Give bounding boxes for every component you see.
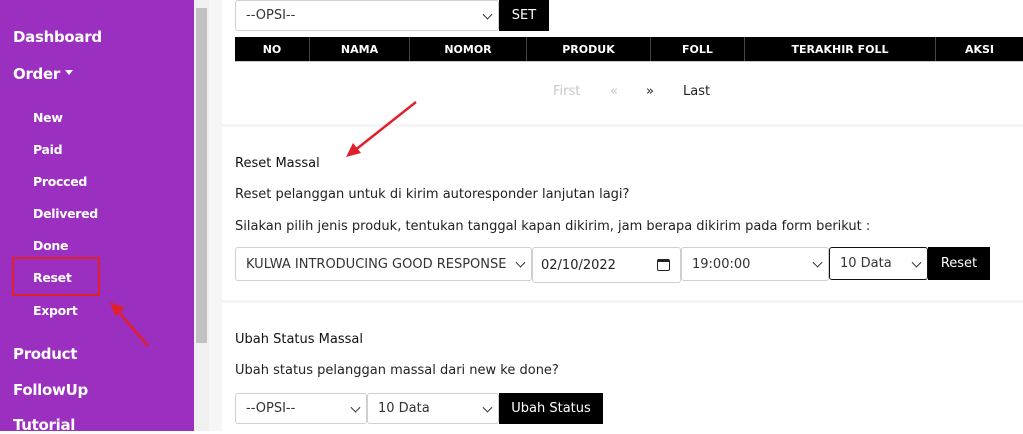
chevron-down-icon (911, 257, 922, 268)
opsi-select-value: --OPSI-- (246, 8, 296, 23)
ubah-status-button[interactable]: Ubah Status (499, 393, 603, 424)
status-count-value: 10 Data (378, 401, 430, 416)
opsi-select[interactable]: --OPSI-- (235, 0, 499, 31)
column-header-terakhir-foll[interactable]: TERAKHIR FOLL (745, 37, 936, 61)
pager-first[interactable]: First (553, 84, 580, 99)
column-header-no[interactable]: NO (235, 37, 310, 61)
column-header-produk[interactable]: PRODUK (527, 37, 651, 61)
send-time-value: 19:00:00 (692, 256, 751, 272)
status-count-select[interactable]: 10 Data (367, 393, 499, 424)
sidebar-item-order-label: Order (13, 65, 60, 83)
pager-prev[interactable]: « (610, 84, 618, 99)
sidebar-item-product[interactable]: Product (13, 345, 77, 363)
scrollbar-thumb[interactable] (196, 8, 207, 343)
chevron-down-icon (482, 402, 493, 413)
sidebar-item-tutorial[interactable]: Tutorial (13, 416, 75, 434)
status-opsi-value: --OPSI-- (246, 401, 296, 416)
pager-next[interactable]: » (646, 84, 654, 99)
status-section-question: Ubah status pelanggan massal dari new ke… (235, 363, 559, 378)
reset-section-instruction: Silakan pilih jenis produk, tentukan tan… (235, 219, 871, 234)
reset-count-value: 10 Data (840, 256, 892, 271)
reset-count-select[interactable]: 10 Data (829, 247, 928, 280)
reset-section-question: Reset pelanggan untuk di kirim autorespo… (235, 187, 630, 202)
send-date-input[interactable]: 02/10/2022 (532, 247, 681, 283)
set-button[interactable]: SET (499, 0, 549, 31)
reset-highlight-box (12, 257, 100, 296)
sidebar-item-procced[interactable]: Procced (33, 174, 87, 189)
sidebar-item-dashboard[interactable]: Dashboard (13, 28, 102, 46)
sidebar: Dashboard Order New Paid Procced Deliver… (0, 0, 194, 434)
calendar-icon[interactable] (657, 259, 670, 271)
product-select-value: KULWA INTRODUCING GOOD RESPONSE (246, 256, 507, 272)
chevron-down-icon (515, 257, 526, 268)
column-header-nama[interactable]: NAMA (310, 37, 410, 61)
product-select[interactable]: KULWA INTRODUCING GOOD RESPONSE (235, 247, 532, 281)
column-header-nomor[interactable]: NOMOR (410, 37, 527, 61)
column-header-aksi[interactable]: AKSI (936, 37, 1023, 61)
chevron-down-icon (482, 9, 493, 20)
sidebar-item-paid[interactable]: Paid (33, 142, 63, 157)
sidebar-item-export[interactable]: Export (33, 303, 78, 318)
sidebar-item-new[interactable]: New (33, 110, 63, 125)
pager-last[interactable]: Last (683, 84, 710, 99)
chevron-down-icon (350, 402, 361, 413)
sidebar-item-followup[interactable]: FollowUp (13, 381, 88, 399)
sidebar-item-done[interactable]: Done (33, 238, 68, 253)
chevron-down-icon (812, 257, 823, 268)
table-header: NO NAMA NOMOR PRODUK FOLL TERAKHIR FOLL … (235, 37, 1023, 62)
sidebar-item-order[interactable]: Order (13, 65, 73, 83)
sidebar-item-delivered[interactable]: Delivered (33, 206, 98, 221)
reset-button[interactable]: Reset (928, 247, 990, 280)
caret-down-icon (64, 70, 73, 75)
send-date-value: 02/10/2022 (541, 257, 616, 273)
status-opsi-select[interactable]: --OPSI-- (235, 393, 367, 424)
reset-section-title: Reset Massal (235, 156, 320, 171)
column-header-foll[interactable]: FOLL (651, 37, 745, 61)
status-section-title: Ubah Status Massal (235, 332, 363, 347)
send-time-select[interactable]: 19:00:00 (681, 247, 829, 281)
